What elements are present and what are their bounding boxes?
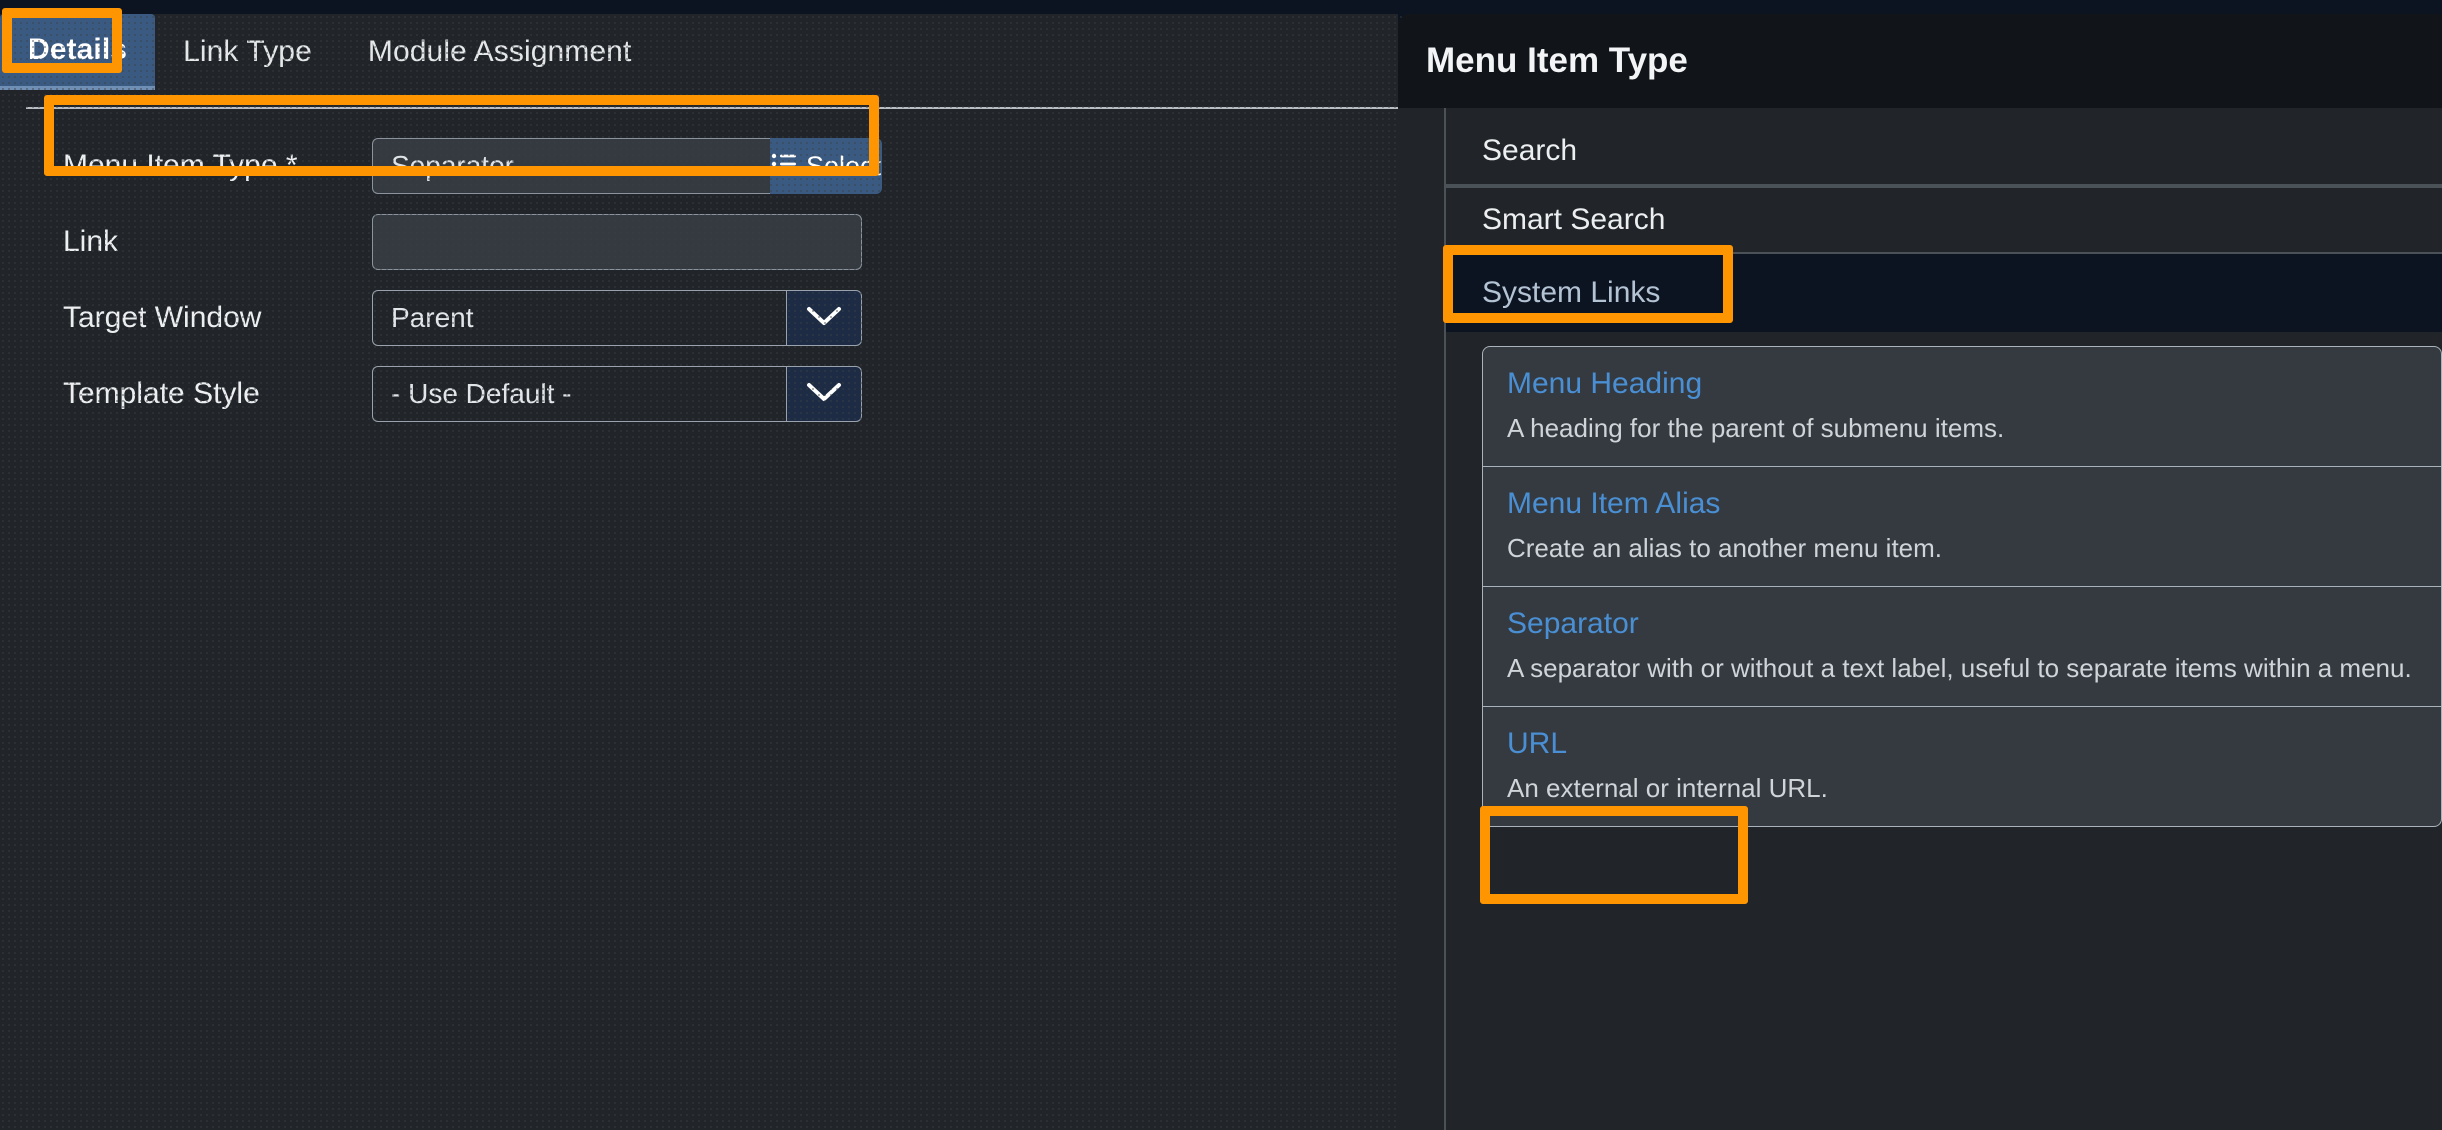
tab-link-type[interactable]: Link Type	[155, 14, 340, 90]
tab-link-type-label: Link Type	[183, 35, 312, 68]
card-separator[interactable]: Separator A separator with or without a …	[1483, 587, 2441, 707]
edit-menu-item-page: Details Link Type Module Assignment Menu…	[0, 14, 1398, 1130]
target-window-control: Parent	[372, 290, 862, 346]
category-label: System Links	[1482, 276, 1661, 309]
template-style-select[interactable]: - Use Default -	[372, 366, 786, 422]
target-window-select[interactable]: Parent	[372, 290, 786, 346]
category-label: Search	[1482, 134, 1578, 167]
form-row-menu-item-type: Menu Item Type * Separator Select	[0, 128, 1398, 204]
menu-item-type-label: Menu Item Type *	[63, 149, 298, 182]
tab-details-label: Details	[28, 33, 128, 66]
menu-item-type-modal: Menu Item Type Search Smart Search Syste…	[1398, 14, 2442, 1130]
category-row-smart-search[interactable]: Smart Search	[1446, 186, 2442, 254]
link-input[interactable]	[372, 214, 862, 270]
link-control	[372, 214, 862, 270]
modal-body: Search Smart Search System Links Menu He…	[1398, 108, 2442, 1130]
card-menu-heading[interactable]: Menu Heading A heading for the parent of…	[1483, 347, 2441, 467]
top-strip	[0, 0, 2442, 14]
category-label: Smart Search	[1482, 203, 1666, 236]
tab-module-assignment-label: Module Assignment	[367, 35, 632, 68]
target-window-chevron-button[interactable]	[786, 290, 862, 346]
card-description: An external or internal URL.	[1507, 773, 1828, 803]
details-form: Menu Item Type * Separator Select Link T…	[0, 110, 1398, 432]
select-button-label: Select	[806, 150, 882, 181]
card-description: A separator with or without a text label…	[1507, 653, 2412, 683]
select-button[interactable]: Select	[770, 138, 883, 194]
menu-item-type-list: Search Smart Search System Links Menu He…	[1446, 108, 2442, 1130]
category-row-system-links[interactable]: System Links	[1446, 254, 2442, 332]
card-url[interactable]: URL An external or internal URL.	[1483, 707, 2441, 826]
list-icon	[771, 151, 797, 182]
modal-header: Menu Item Type	[1398, 14, 2442, 108]
tab-underline	[26, 107, 1398, 109]
target-window-value: Parent	[391, 302, 474, 333]
screen-root: Details Link Type Module Assignment Menu…	[0, 0, 2442, 1130]
card-description: Create an alias to another menu item.	[1507, 533, 1943, 563]
chevron-down-icon	[806, 305, 842, 332]
tab-module-assignment[interactable]: Module Assignment	[340, 14, 660, 90]
template-style-label: Template Style	[63, 377, 260, 410]
template-style-control: - Use Default -	[372, 366, 862, 422]
card-menu-item-alias[interactable]: Menu Item Alias Create an alias to anoth…	[1483, 467, 2441, 587]
card-title: Menu Heading	[1507, 367, 1703, 400]
template-style-value: - Use Default -	[391, 378, 572, 409]
menu-item-type-control: Select	[372, 138, 883, 194]
target-window-label: Target Window	[63, 301, 262, 334]
modal-title: Menu Item Type	[1426, 41, 1688, 80]
form-row-target-window: Target Window Parent	[0, 280, 1398, 356]
card-description: A heading for the parent of submenu item…	[1507, 413, 2005, 443]
form-row-link: Link	[0, 204, 1398, 280]
chevron-down-icon	[806, 381, 842, 408]
template-style-chevron-button[interactable]	[786, 366, 862, 422]
card-title: URL	[1507, 727, 1568, 760]
category-row-search[interactable]: Search	[1446, 118, 2442, 186]
modal-left-gutter	[1398, 108, 1446, 1130]
card-title: Separator	[1507, 607, 1639, 640]
card-title: Menu Item Alias	[1507, 487, 1721, 520]
tab-bar: Details Link Type Module Assignment	[0, 14, 1398, 110]
menu-item-type-cards: Menu Heading A heading for the parent of…	[1482, 346, 2442, 827]
form-row-template-style: Template Style - Use Default -	[0, 356, 1398, 432]
tab-details[interactable]: Details	[0, 14, 156, 90]
link-label: Link	[63, 225, 119, 258]
menu-item-type-input[interactable]	[372, 138, 770, 194]
